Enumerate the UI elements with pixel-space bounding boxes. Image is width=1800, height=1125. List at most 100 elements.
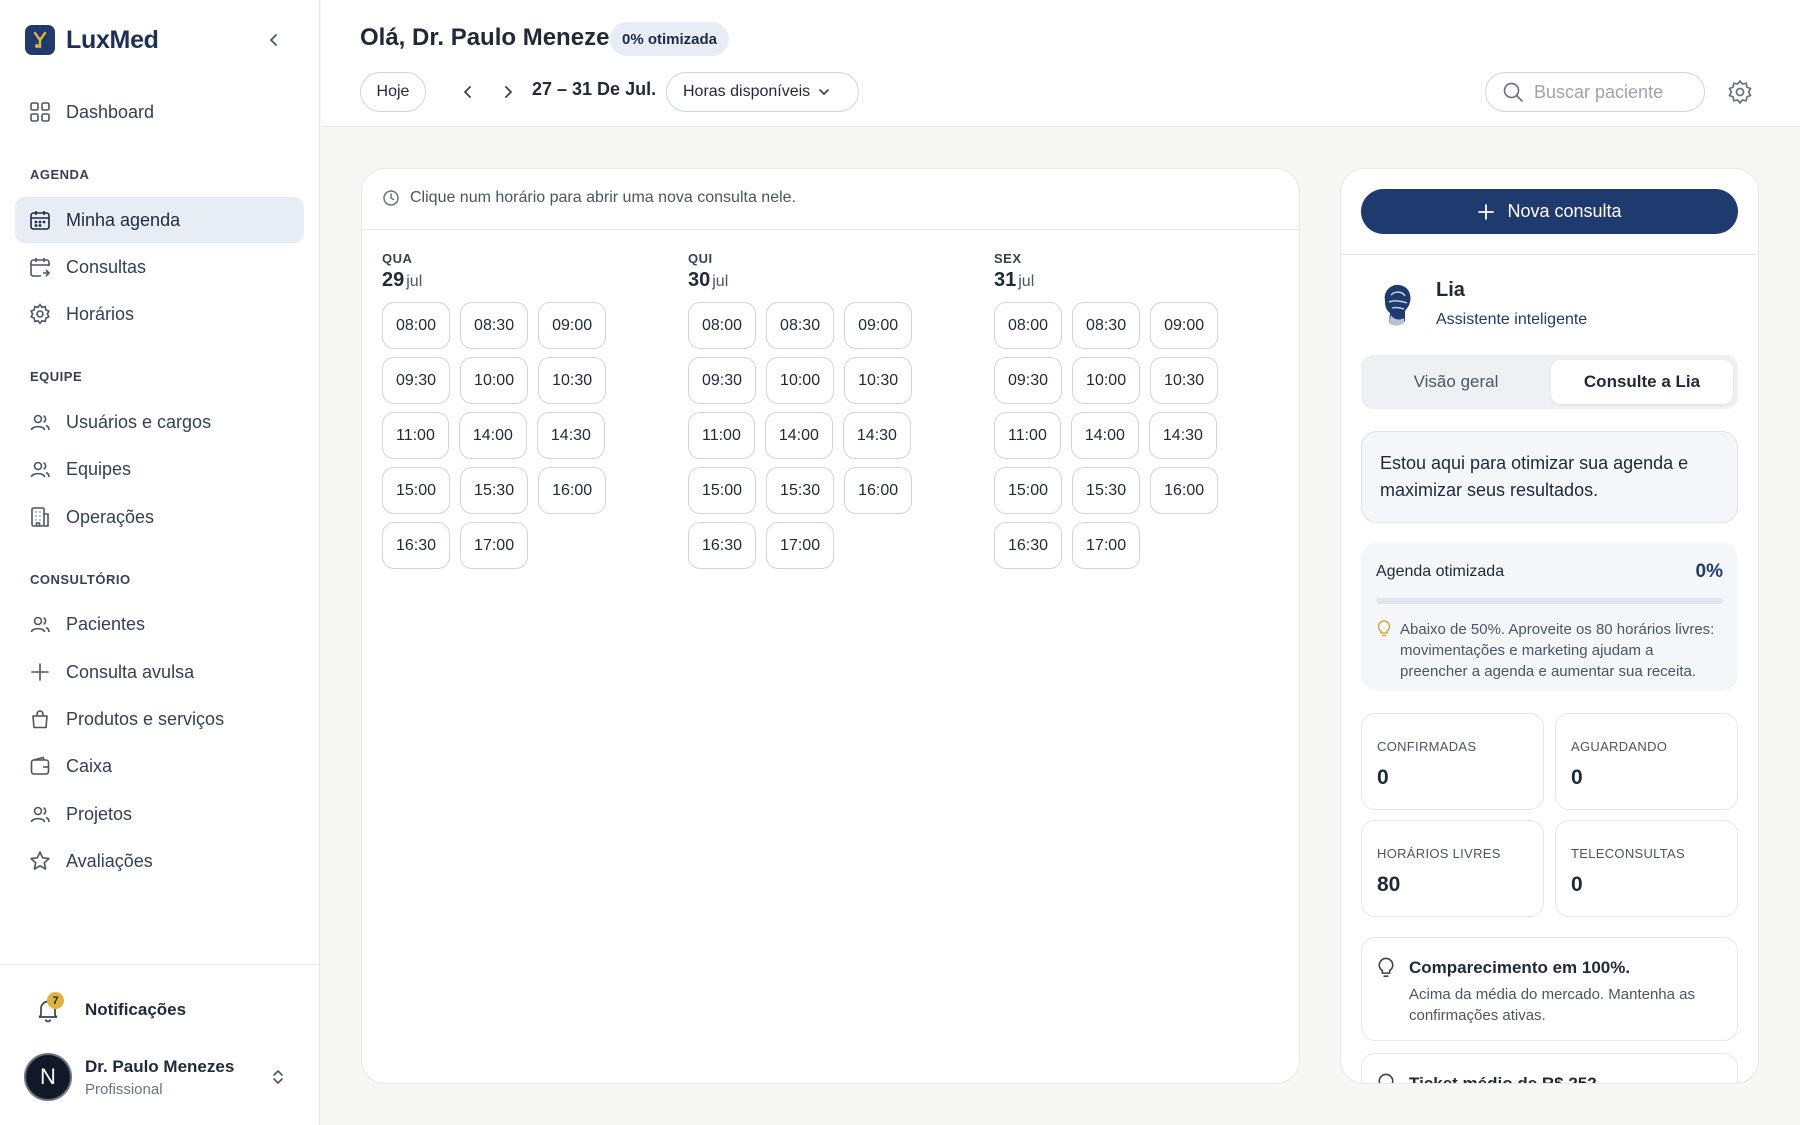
time-slot-button[interactable]: 17:00 xyxy=(1072,522,1141,569)
time-slot-button[interactable]: 08:00 xyxy=(994,302,1063,349)
time-slot-button[interactable]: 14:30 xyxy=(536,412,605,459)
lightbulb-icon xyxy=(1378,1073,1394,1083)
time-slot-button[interactable]: 10:30 xyxy=(538,357,607,404)
time-slot-button[interactable]: 10:30 xyxy=(1150,357,1219,404)
section-agenda: AGENDA xyxy=(30,167,90,182)
optimization-progress xyxy=(1376,598,1723,604)
sidebar-item-caixa[interactable]: Caixa xyxy=(15,743,304,789)
user-role: Profissional xyxy=(85,1080,163,1098)
search-input[interactable] xyxy=(1534,81,1694,103)
sidebar-item-consulta-avulsa[interactable]: Consulta avulsa xyxy=(15,649,304,695)
tab-visao-geral[interactable]: Visão geral xyxy=(1366,360,1546,404)
day-month: jul xyxy=(712,273,729,290)
stat-confirmadas: CONFIRMADAS 0 xyxy=(1361,713,1544,810)
time-slot-button[interactable]: 16:30 xyxy=(382,522,451,569)
notification-count-badge: 7 xyxy=(47,992,64,1009)
clock-icon xyxy=(383,190,399,206)
tab-consulte-a-lia[interactable]: Consulte a Lia xyxy=(1551,360,1733,404)
time-slot-button[interactable]: 09:00 xyxy=(538,302,607,349)
sidebar-item-pacientes[interactable]: Pacientes xyxy=(15,601,304,647)
time-slot-button[interactable]: 16:30 xyxy=(994,522,1063,569)
notifications-button[interactable]: 7 Notificações xyxy=(30,990,186,1030)
assistant-subtitle: Assistente inteligente xyxy=(1436,311,1588,328)
assistant-name: Lia xyxy=(1436,279,1465,301)
sidebar-item-label: Produtos e serviços xyxy=(66,708,225,729)
time-slot-button[interactable]: 16:00 xyxy=(844,467,913,514)
time-slot-button[interactable]: 16:30 xyxy=(688,522,757,569)
time-slot-button[interactable]: 17:00 xyxy=(460,522,529,569)
time-slot-button[interactable]: 08:00 xyxy=(382,302,451,349)
time-slot-button[interactable]: 15:00 xyxy=(688,467,757,514)
sidebar-item-operacoes[interactable]: Operações xyxy=(15,494,304,540)
date-range: 27 – 31 De Jul. xyxy=(532,79,657,99)
time-slot-button[interactable]: 09:30 xyxy=(688,357,757,404)
notifications-label: Notificações xyxy=(85,1000,187,1019)
settings-button[interactable] xyxy=(1727,79,1753,105)
sidebar-item-label: Operações xyxy=(66,506,155,527)
assistant-avatar xyxy=(1377,281,1417,329)
sidebar-item-dashboard[interactable]: Dashboard xyxy=(15,89,304,135)
time-slot-button[interactable]: 14:30 xyxy=(1148,412,1217,459)
time-slot-button[interactable]: 10:00 xyxy=(766,357,835,404)
time-slot-button[interactable]: 08:30 xyxy=(1072,302,1141,349)
sidebar-item-avaliacoes[interactable]: Avaliações xyxy=(15,838,304,884)
user-name: Dr. Paulo Menezes xyxy=(85,1056,235,1076)
calendar-clock-icon xyxy=(30,258,51,277)
time-slot-button[interactable]: 09:30 xyxy=(994,357,1063,404)
sidebar-item-produtos[interactable]: Produtos e serviços xyxy=(15,696,304,742)
sidebar-item-usuarios[interactable]: Usuários e cargos xyxy=(15,399,304,445)
time-slot-button[interactable]: 15:00 xyxy=(994,467,1063,514)
time-slot-button[interactable]: 15:30 xyxy=(460,467,529,514)
users-icon xyxy=(30,616,50,633)
time-slot-button[interactable]: 14:00 xyxy=(764,412,833,459)
time-slot-button[interactable]: 08:30 xyxy=(460,302,529,349)
time-slot-button[interactable]: 15:00 xyxy=(382,467,451,514)
sidebar-item-projetos[interactable]: Projetos xyxy=(15,791,304,837)
sidebar-item-consultas[interactable]: Consultas xyxy=(15,244,304,290)
stat-value: 0 xyxy=(1377,766,1389,789)
time-slot-button[interactable]: 09:00 xyxy=(844,302,913,349)
prev-week-button[interactable] xyxy=(456,80,480,104)
view-select[interactable]: Horas disponíveis xyxy=(666,72,859,112)
time-slot-button[interactable]: 14:30 xyxy=(842,412,911,459)
time-slot-button[interactable]: 17:00 xyxy=(766,522,835,569)
assistant-message: Estou aqui para otimizar sua agenda e ma… xyxy=(1361,431,1738,523)
time-slot-button[interactable]: 10:00 xyxy=(1072,357,1141,404)
collapse-sidebar-button[interactable] xyxy=(262,28,286,52)
user-menu[interactable]: N Dr. Paulo Menezes Profissional xyxy=(24,1053,296,1101)
chevron-left-icon xyxy=(464,86,471,98)
time-slot-button[interactable]: 08:00 xyxy=(688,302,757,349)
day-of-week: QUA xyxy=(382,251,413,266)
insight-card: Ticket médio de R$ 252 xyxy=(1361,1053,1738,1083)
time-slot-button[interactable]: 14:00 xyxy=(1070,412,1139,459)
time-slot-button[interactable]: 11:00 xyxy=(994,412,1061,459)
time-slot-button[interactable]: 10:00 xyxy=(460,357,529,404)
gear-icon xyxy=(1728,79,1752,105)
sidebar-item-horarios[interactable]: Horários xyxy=(15,291,304,337)
time-slot-button[interactable]: 16:00 xyxy=(1150,467,1219,514)
new-appointment-button[interactable]: Nova consulta xyxy=(1361,189,1738,234)
time-slot-button[interactable]: 11:00 xyxy=(688,412,755,459)
time-slot-button[interactable]: 09:30 xyxy=(382,357,451,404)
section-equipe: EQUIPE xyxy=(30,369,83,384)
time-slot-button[interactable]: 10:30 xyxy=(844,357,913,404)
stat-label: HORÁRIOS LIVRES xyxy=(1377,846,1501,861)
status-badge: 0% otimizada xyxy=(610,22,730,56)
time-slot-button[interactable]: 15:30 xyxy=(766,467,835,514)
time-slot-button[interactable]: 09:00 xyxy=(1150,302,1219,349)
time-slot-button[interactable]: 16:00 xyxy=(538,467,607,514)
sidebar-item-minha-agenda[interactable]: Minha agenda xyxy=(15,197,304,243)
sidebar-item-label: Equipes xyxy=(66,458,132,479)
day-of-week: SEX xyxy=(994,251,1022,266)
sidebar-item-label: Usuários e cargos xyxy=(66,411,212,432)
sidebar-item-equipes[interactable]: Equipes xyxy=(15,446,304,492)
time-slot-button[interactable]: 15:30 xyxy=(1072,467,1141,514)
time-slot-button[interactable]: 11:00 xyxy=(382,412,449,459)
time-slot-button[interactable]: 14:00 xyxy=(458,412,527,459)
today-button[interactable]: Hoje xyxy=(360,72,426,112)
next-week-button[interactable] xyxy=(496,80,520,104)
brand[interactable]: LuxMed xyxy=(25,24,159,56)
divider xyxy=(362,229,1299,230)
time-slot-button[interactable]: 08:30 xyxy=(766,302,835,349)
assistant-panel: Nova consulta Lia Assistente inteligente… xyxy=(1340,168,1759,1084)
